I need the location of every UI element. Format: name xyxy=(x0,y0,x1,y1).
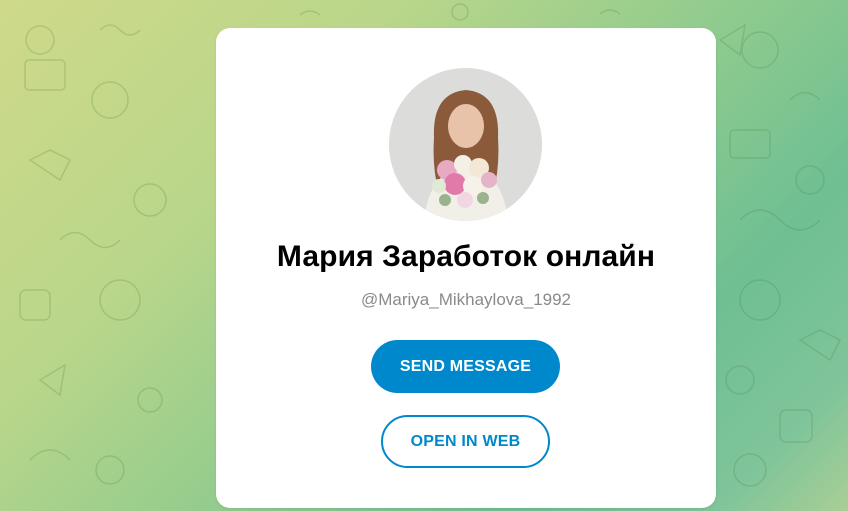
profile-name: Мария Заработок онлайн xyxy=(276,240,656,273)
send-message-button[interactable]: SEND MESSAGE xyxy=(371,340,560,393)
open-in-web-button[interactable]: OPEN IN WEB xyxy=(381,415,550,468)
profile-username: @Mariya_Mikhaylova_1992 xyxy=(360,290,572,309)
avatar xyxy=(389,68,542,221)
avatar-photo xyxy=(389,68,542,221)
profile-card: Мария Заработок онлайн @Mariya_Mikhaylov… xyxy=(216,28,716,508)
